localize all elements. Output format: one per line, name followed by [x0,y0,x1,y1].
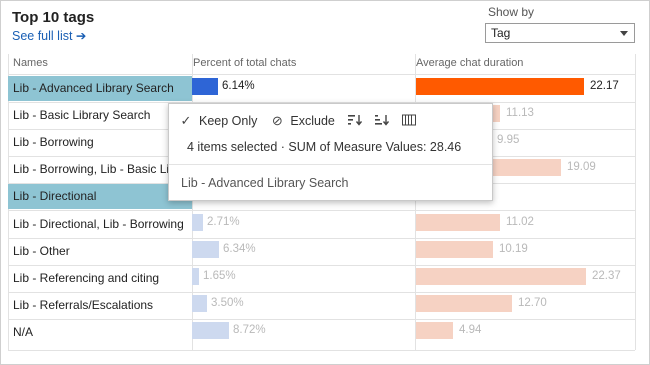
duration-bar[interactable] [416,240,493,258]
duration-label: 11.02 [506,215,534,228]
grid-line [8,350,635,351]
percent-bar[interactable] [192,240,219,258]
percent-label: 6.34% [223,242,256,255]
percent-bar[interactable] [192,267,199,285]
exclude-button[interactable]: ⊘ Exclude [270,113,335,129]
percent-label: 1.65% [203,269,236,282]
duration-label: 11.13 [506,107,534,120]
column-header-duration: Average chat duration [416,57,524,69]
table-row[interactable]: Lib - Referencing and citing 1.65% 22.37 [8,265,635,293]
tag-name[interactable]: Lib - Referencing and citing [8,266,192,291]
percent-bar[interactable] [192,213,203,231]
exclude-icon: ⊘ [271,113,283,128]
tooltip-item-label: Lib - Advanced Library Search [181,176,349,190]
divider [169,164,492,165]
duration-bar[interactable] [416,294,512,312]
column-header-names: Names [13,57,48,69]
percent-bar[interactable] [192,78,218,95]
tag-name[interactable]: Lib - Basic Library Search [8,103,192,128]
page-title: Top 10 tags [12,9,95,26]
see-full-list-link[interactable]: See full list ➔ [12,28,86,43]
duration-label: 22.17 [590,80,619,92]
percent-bar[interactable] [192,321,229,339]
sort-ascending-icon [347,114,362,129]
view-data-button[interactable] [401,114,416,129]
selection-summary: 4 items selected · SUM of Measure Values… [187,140,462,154]
check-icon: ✓ [180,113,192,128]
duration-label: 22.37 [592,269,621,282]
duration-bar[interactable] [416,78,584,95]
duration-bar[interactable] [416,321,453,339]
exclude-label: Exclude [290,114,335,128]
duration-bar[interactable] [416,267,586,285]
table-row[interactable]: Lib - Directional, Lib - Borrowing 2.71% 1… [8,211,635,239]
selection-tooltip: ✓ Keep Only ⊘ Exclude 4 items selected ·… [168,103,493,201]
table-row[interactable]: Lib - Advanced Library Search 6.14% 22.17 [8,75,635,103]
duration-label: 4.94 [459,323,482,336]
tag-name[interactable]: Lib - Advanced Library Search [8,76,192,101]
tag-name[interactable]: Lib - Other [8,239,192,264]
table-row[interactable]: N/A 8.72% 4.94 [8,319,635,346]
sort-descending-icon [374,114,389,129]
show-by-dropdown[interactable]: Tag [485,23,635,43]
percent-label: 3.50% [211,296,244,309]
tag-name[interactable]: Lib - Referrals/Escalations [8,293,192,318]
duration-label: 19.09 [567,161,596,174]
percent-bar[interactable] [192,294,207,312]
chevron-down-icon [620,31,628,36]
duration-label: 9.95 [497,134,520,147]
sort-descending-button[interactable] [374,114,389,129]
keep-only-button[interactable]: ✓ Keep Only [179,113,258,129]
grid-line [635,54,636,350]
percent-label: 2.71% [207,215,240,228]
tooltip-toolbar: ✓ Keep Only ⊘ Exclude [179,112,429,130]
tag-name[interactable]: Lib - Borrowing [8,130,192,155]
view-data-icon [401,114,416,129]
tag-name[interactable]: N/A [8,320,192,345]
tag-name[interactable]: Lib - Directional, Lib - Borrowing [8,212,192,237]
table-row[interactable]: Lib - Referrals/Escalations 3.50% 12.70 [8,292,635,320]
column-header-percent: Percent of total chats [193,57,297,69]
tag-name[interactable]: Lib - Directional [8,184,192,210]
percent-label: 6.14% [222,80,255,92]
duration-label: 12.70 [518,296,547,309]
duration-bar[interactable] [416,213,500,231]
show-by-label: Show by [488,5,535,19]
table-row[interactable]: Lib - Other 6.34% 10.19 [8,238,635,266]
keep-only-label: Keep Only [199,114,258,128]
show-by-value: Tag [491,26,511,40]
duration-label: 10.19 [499,242,528,255]
percent-label: 8.72% [233,323,266,336]
sort-ascending-button[interactable] [347,114,362,129]
tag-name[interactable]: Lib - Borrowing, Lib - Basic Li [8,157,192,182]
